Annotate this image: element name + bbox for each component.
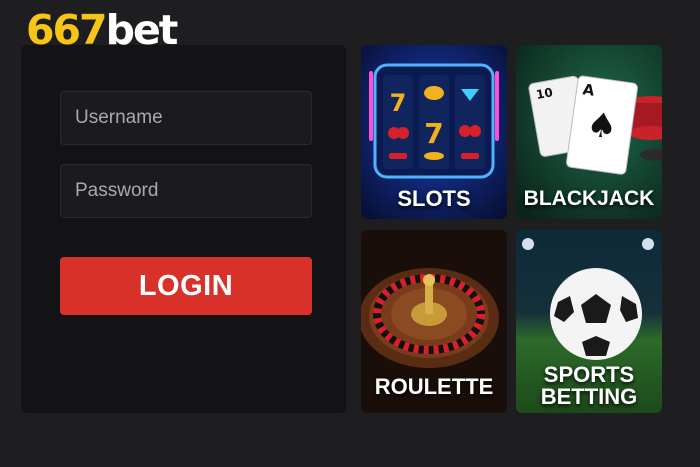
tile-label-sports-betting: SPORTS BETTING <box>516 364 662 408</box>
login-button[interactable]: LOGIN <box>60 257 312 315</box>
game-tile-slots[interactable]: 7 7 SLOTS <box>361 45 507 219</box>
game-tile-sports-betting[interactable]: SPORTS BETTING <box>516 230 662 413</box>
game-tile-roulette[interactable]: ROULETTE <box>361 230 507 413</box>
tile-label-roulette: ROULETTE <box>374 374 494 399</box>
tile-label-sports-line2: BETTING <box>540 384 638 409</box>
tile-label-slots: SLOTS <box>397 186 471 211</box>
tile-label-blackjack: BLACKJACK <box>523 187 655 210</box>
svg-text:7: 7 <box>424 117 443 150</box>
username-input[interactable] <box>60 91 312 145</box>
login-panel: LOGIN <box>21 45 346 413</box>
game-tile-blackjack[interactable]: 10 A ♠ BLACKJACK <box>516 45 662 219</box>
svg-text:10: 10 <box>535 85 554 102</box>
svg-text:7: 7 <box>390 89 407 117</box>
svg-text:♠: ♠ <box>584 104 620 148</box>
password-input[interactable] <box>60 164 312 218</box>
tile-label-sports-line1: SPORTS <box>543 362 635 387</box>
